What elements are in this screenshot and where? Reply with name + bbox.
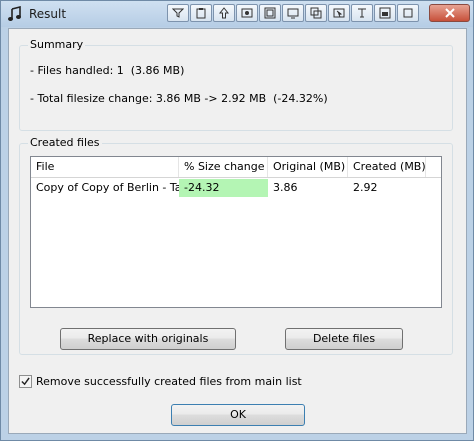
column-header-created[interactable]: Created (MB) (348, 157, 426, 177)
layers-icon[interactable] (305, 4, 327, 22)
restore-icon[interactable] (397, 4, 419, 22)
filter-icon[interactable] (167, 4, 189, 22)
up-arrow-icon[interactable] (213, 4, 235, 22)
summary-group: Summary - Files handled: 1 (3.86 MB) - T… (19, 38, 453, 131)
delete-files-button[interactable]: Delete files (285, 328, 403, 350)
created-files-legend: Created files (28, 136, 102, 149)
text-tool-icon[interactable] (351, 4, 373, 22)
summary-legend: Summary (28, 38, 86, 51)
replace-with-originals-button[interactable]: Replace with originals (60, 328, 236, 350)
cell-file: Copy of Copy of Berlin - Ta... (36, 181, 179, 194)
title-toolbar (167, 4, 420, 22)
remove-files-option[interactable]: Remove successfully created files from m… (19, 373, 302, 389)
frame-icon[interactable] (259, 4, 281, 22)
close-icon (444, 8, 455, 18)
cell-size-change: -24.32 (179, 179, 268, 197)
image-icon[interactable] (236, 4, 258, 22)
ok-button[interactable]: OK (171, 404, 305, 426)
music-note-icon (8, 6, 21, 21)
column-header-original[interactable]: Original (MB) (268, 157, 348, 177)
cell-original: 3.86 (273, 181, 298, 194)
result-window: Result Summary - Files handled: 1 (3.86 … (0, 0, 474, 441)
dialog-client: Summary - Files handled: 1 (3.86 MB) - T… (8, 28, 467, 434)
expand-icon[interactable] (374, 4, 396, 22)
screen-icon[interactable] (282, 4, 304, 22)
window-title: Result (29, 7, 67, 21)
column-header-size-change[interactable]: % Size change (179, 157, 268, 177)
cell-created: 2.92 (353, 181, 378, 194)
files-handled-text: - Files handled: 1 (3.86 MB) (30, 64, 185, 77)
pointer-icon[interactable] (328, 4, 350, 22)
created-files-list[interactable]: File % Size change Original (MB) Created… (30, 156, 442, 308)
table-row[interactable]: Copy of Copy of Berlin - Ta... -24.32 3.… (31, 179, 441, 197)
remove-files-label: Remove successfully created files from m… (36, 374, 302, 388)
list-header: File % Size change Original (MB) Created… (31, 157, 441, 178)
close-button[interactable] (429, 4, 470, 22)
checkmark-icon (21, 376, 30, 385)
title-bar[interactable]: Result (1, 1, 473, 27)
filesize-change-text: - Total filesize change: 3.86 MB -> 2.92… (30, 92, 328, 105)
column-header-file[interactable]: File (31, 157, 179, 177)
remove-files-checkbox[interactable] (19, 374, 32, 388)
created-files-group: Created files File % Size change Origina… (19, 136, 453, 355)
clipboard-icon[interactable] (190, 4, 212, 22)
